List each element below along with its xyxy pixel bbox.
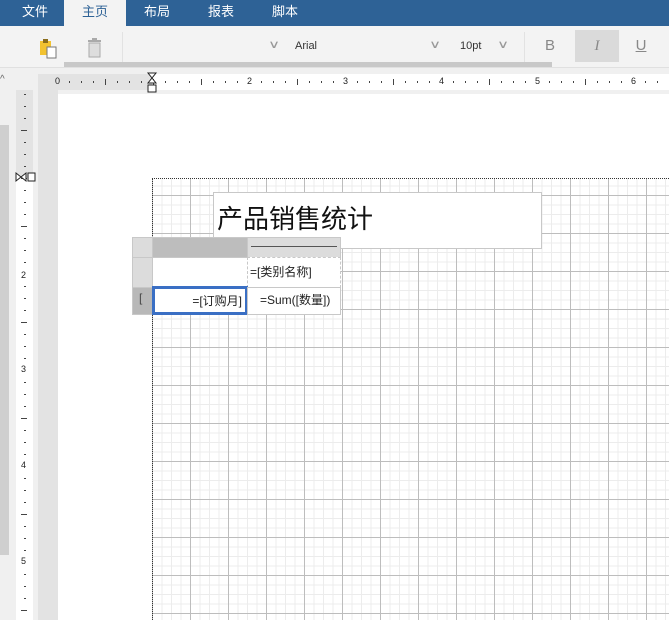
tablix-corner-handle[interactable] xyxy=(132,237,153,258)
column-group-header-cell[interactable]: =[类别名称] xyxy=(247,257,341,288)
column-handle-1[interactable] xyxy=(152,237,248,258)
row-handle-1[interactable] xyxy=(132,257,153,288)
data-value-cell[interactable]: =Sum([数量]) xyxy=(247,287,341,315)
left-margin-marker-icon[interactable] xyxy=(146,72,158,94)
underline-button[interactable]: U xyxy=(619,30,663,62)
canvas-gutter xyxy=(38,90,58,620)
tab-report[interactable]: 报表 xyxy=(198,0,244,26)
column-handle-2[interactable] xyxy=(247,237,341,258)
ruler-label: 4 xyxy=(21,460,27,470)
ruler-label: 0 xyxy=(55,76,61,86)
paste-icon xyxy=(40,39,57,59)
top-margin-marker-icon[interactable] xyxy=(15,171,39,183)
ruler-label: 5 xyxy=(535,76,541,86)
ruler-label: 2 xyxy=(21,270,27,280)
italic-button[interactable]: I xyxy=(575,30,619,62)
ruler-label: 4 xyxy=(439,76,445,86)
row-group-cell-selected[interactable]: =[订购月] xyxy=(152,286,248,315)
toolbar-scrollbar[interactable] xyxy=(64,62,552,67)
font-name-select[interactable]: Arial xyxy=(295,40,317,52)
horizontal-ruler: 0 2 3 4 5 6 xyxy=(38,74,669,90)
bold-button[interactable]: B xyxy=(528,30,572,62)
delete-button[interactable] xyxy=(85,37,105,59)
vertical-ruler: 2 3 4 5 xyxy=(16,90,33,620)
font-size-chevron-icon[interactable]: ∨ xyxy=(497,38,509,51)
vertical-scrollbar[interactable] xyxy=(0,125,9,555)
ruler-label: 3 xyxy=(343,76,349,86)
style-dropdown-chevron-icon[interactable]: ∨ xyxy=(268,38,280,51)
ruler-label: 3 xyxy=(21,364,27,374)
tablix-cell-corner[interactable] xyxy=(152,257,248,288)
tab-script[interactable]: 脚本 xyxy=(262,0,308,26)
ruler-label: 2 xyxy=(247,76,253,86)
row-handle-2[interactable]: [ xyxy=(132,287,153,315)
font-name-chevron-icon[interactable]: ∨ xyxy=(429,38,441,51)
tab-layout[interactable]: 布局 xyxy=(134,0,180,26)
tab-file[interactable]: 文件 xyxy=(14,0,56,26)
ruler-label: 6 xyxy=(631,76,637,86)
tab-home[interactable]: 主页 xyxy=(64,0,126,26)
collapse-icon[interactable]: ^ xyxy=(0,74,5,85)
paste-button[interactable] xyxy=(38,37,60,59)
menu-bar: 文件 主页 布局 报表 脚本 xyxy=(0,0,669,26)
ruler-label: 5 xyxy=(21,556,27,566)
trash-icon xyxy=(88,38,101,58)
font-size-select[interactable]: 10pt xyxy=(460,40,481,52)
